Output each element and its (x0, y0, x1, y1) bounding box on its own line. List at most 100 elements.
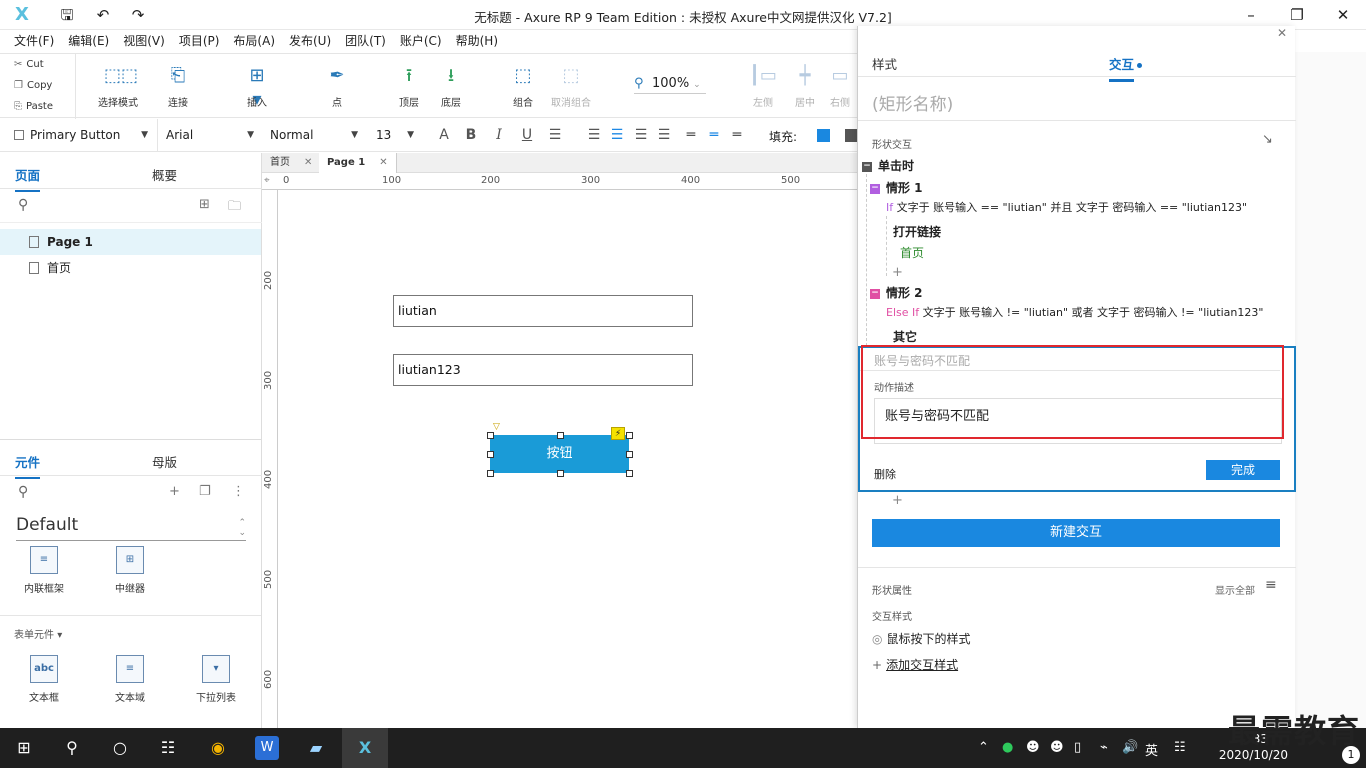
widget-textarea[interactable]: ≡ 文本域 (95, 655, 165, 704)
windows-start-icon[interactable]: ⊞ (12, 736, 36, 760)
valign-middle-icon[interactable]: ═ (705, 126, 723, 144)
fill-color-swatch[interactable] (817, 129, 830, 142)
font-color-icon[interactable]: A (435, 126, 453, 144)
search-icon[interactable]: ⚲ (60, 736, 84, 760)
doc-tab-page1[interactable]: Page 1 ✕ (319, 153, 397, 173)
zoom-select[interactable]: ⚲ 100% ⌄ (634, 74, 706, 94)
underline-icon[interactable]: U (518, 126, 536, 144)
tab-masters[interactable]: 母版 (152, 452, 177, 471)
action-other[interactable]: 其它 (893, 328, 917, 345)
close-tab-icon[interactable]: ✕ (379, 157, 387, 168)
align-text-center-icon[interactable]: ☰ (608, 126, 626, 144)
add-library-icon[interactable]: + (169, 484, 180, 499)
delete-button[interactable]: 删除 (874, 466, 896, 482)
send-to-back-tool[interactable]: ⭳ 底层 (424, 64, 478, 109)
add-folder-icon[interactable]: 🗀 (228, 197, 241, 219)
app-icon[interactable]: ▰ (304, 736, 328, 760)
resize-handle[interactable] (626, 451, 633, 458)
close-window-icon[interactable]: ✕ (1333, 5, 1353, 25)
resize-handle[interactable] (487, 432, 494, 439)
close-panel-icon[interactable]: ✕ (1277, 26, 1287, 40)
collapse-icon[interactable]: − (862, 161, 872, 172)
mouse-down-style-item[interactable]: ◎ 鼠标按下的样式 (872, 630, 971, 647)
tab-interaction[interactable]: 交互 (1109, 54, 1143, 82)
new-interaction-button[interactable]: 新建交互 (872, 519, 1280, 547)
menu-account[interactable]: 账户(C) (393, 30, 449, 52)
event-onclick[interactable]: − 单击时 (862, 157, 914, 174)
show-all-link[interactable]: 显示全部 (1215, 582, 1255, 597)
resize-handle[interactable] (487, 451, 494, 458)
page-item-page1[interactable]: Page 1 (0, 229, 261, 255)
interaction-flag-icon[interactable]: ⚡ (611, 427, 625, 440)
resize-handle[interactable] (557, 432, 564, 439)
copy-button[interactable]: ❐ Copy (14, 79, 74, 93)
menu-layout[interactable]: 布局(A) (226, 30, 282, 52)
menu-publish[interactable]: 发布(U) (282, 30, 338, 52)
doc-tab-home[interactable]: 首页 ✕ (262, 153, 322, 173)
menu-help[interactable]: 帮助(H) (449, 30, 505, 52)
ime-grid-icon[interactable]: ☷ (1174, 740, 1186, 755)
page-item-home[interactable]: 首页 (0, 255, 261, 281)
notification-badge[interactable]: 1 (1342, 746, 1360, 764)
insert-tool[interactable]: ⊞ ▾ 插入 (230, 64, 284, 110)
select-mode-tool[interactable]: ⬚⬚ 选择模式 (91, 64, 145, 109)
group-tool[interactable]: ⬚ 组合 (496, 64, 550, 109)
rotation-handle-icon[interactable]: ▽ (493, 422, 500, 432)
axure-taskbar-icon[interactable]: X (353, 736, 377, 760)
search-icon[interactable]: ⚲ (18, 484, 28, 500)
case-1[interactable]: − 情形 1 (870, 179, 923, 196)
connect-tool[interactable]: ⎗ 连接 (151, 64, 205, 109)
resize-handle[interactable] (626, 470, 633, 477)
bullet-list-icon[interactable]: ☰ (546, 126, 564, 144)
menu-lines-icon[interactable]: ≡ (1265, 577, 1277, 593)
task-view-icon[interactable]: ☷ (156, 736, 180, 760)
paste-button[interactable]: ⎘ Paste (14, 100, 74, 114)
tab-widgets[interactable]: 元件 (15, 452, 41, 479)
menu-file[interactable]: 文件(F) (0, 30, 61, 52)
maximize-icon[interactable]: ❐ (1287, 5, 1307, 25)
add-case-icon[interactable]: + (892, 493, 903, 508)
tab-pages[interactable]: 页面 (15, 165, 41, 192)
done-button[interactable]: 完成 (1206, 460, 1280, 480)
font-size-dropdown[interactable]: 13 ▼ (376, 125, 416, 145)
wifi-icon[interactable]: ⌁ (1100, 740, 1108, 755)
add-page-icon[interactable]: ⊞ (199, 197, 210, 212)
bold-icon[interactable]: B (462, 126, 480, 144)
add-interaction-style-link[interactable]: + 添加交互样式 (872, 656, 958, 673)
password-input-widget[interactable]: liutian123 (393, 354, 693, 386)
shape-name-input[interactable]: (矩形名称) (872, 90, 953, 115)
more-icon[interactable]: ⋮ (232, 484, 245, 499)
align-right-tool[interactable]: ▭ 右侧 (820, 64, 860, 109)
resize-handle[interactable] (487, 470, 494, 477)
align-text-right-icon[interactable]: ☰ (632, 126, 650, 144)
widget-repeater[interactable]: ⊞ 中继器 (95, 546, 165, 595)
search-icon[interactable]: ⚲ (18, 197, 28, 213)
qq-icon[interactable]: ☻ (1026, 740, 1040, 755)
widget-textbox[interactable]: abc 文本框 (9, 655, 79, 704)
username-input-widget[interactable]: liutian (393, 295, 693, 327)
valign-top-icon[interactable]: ═ (682, 126, 700, 144)
valign-bottom-icon[interactable]: ═ (728, 126, 746, 144)
case-2-condition[interactable]: Else If 文字于 账号输入 != "liutian" 或者 文字于 密码输… (886, 304, 1263, 320)
tab-style[interactable]: 样式 (872, 54, 897, 73)
menu-edit[interactable]: 编辑(E) (61, 30, 116, 52)
qq-icon[interactable]: ☻ (1050, 740, 1064, 755)
wps-writer-icon[interactable]: W (255, 736, 279, 760)
tray-chevron-icon[interactable]: ⌃ (978, 740, 989, 755)
collapse-icon[interactable]: − (870, 183, 880, 194)
menu-project[interactable]: 项目(P) (172, 30, 227, 52)
font-weight-dropdown[interactable]: Normal ▼ (270, 125, 360, 145)
resize-handle[interactable] (557, 470, 564, 477)
expand-editor-icon[interactable]: ↘ (1262, 132, 1273, 147)
font-family-dropdown[interactable]: Arial ▼ (166, 125, 256, 145)
widget-inline-frame[interactable]: ≡ 内联框架 (9, 546, 79, 595)
case-1-condition[interactable]: If 文字于 账号输入 == "liutian" 并且 文字于 密码输入 == … (886, 199, 1247, 215)
justify-icon[interactable]: ☰ (655, 126, 673, 144)
case-2[interactable]: − 情形 2 (870, 284, 923, 301)
library-select[interactable]: Default ⌃ ⌄ (16, 515, 246, 541)
italic-icon[interactable]: I (490, 126, 508, 144)
menu-view[interactable]: 视图(V) (116, 30, 172, 52)
collapse-icon[interactable]: − (870, 288, 880, 299)
design-canvas[interactable]: liutian liutian123 按钮 ▽ ⚡ (279, 191, 860, 728)
close-tab-icon[interactable]: ✕ (304, 157, 312, 168)
